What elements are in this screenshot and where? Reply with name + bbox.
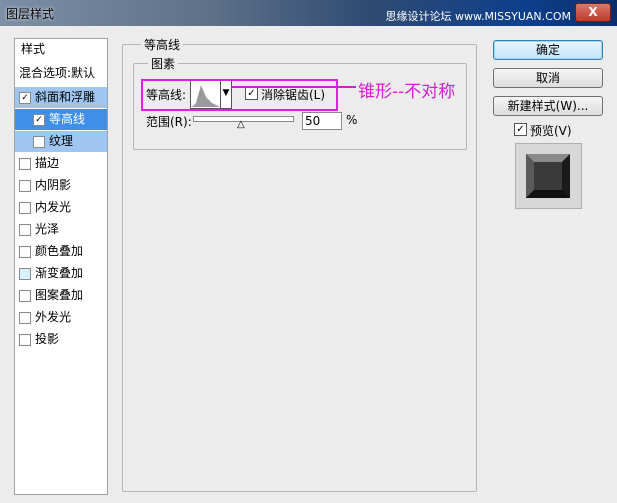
sidebar-item-label: 内发光 xyxy=(35,200,72,214)
range-input[interactable]: 50 xyxy=(302,112,342,130)
style-preview xyxy=(515,143,582,209)
annotation-arrow xyxy=(232,86,356,88)
sidebar-item-contour[interactable]: ✓ 等高线 xyxy=(15,109,107,130)
layer-style-dialog: 样式 混合选项:默认 ✓ 斜面和浮雕 ✓ 等高线 纹理 描边 内阴影 内发光 光泽 … xyxy=(0,26,617,503)
range-label: 范围(R): xyxy=(146,115,192,129)
sidebar-item-satin[interactable]: 光泽 xyxy=(15,219,107,240)
close-button[interactable]: X xyxy=(575,3,611,22)
checkbox[interactable] xyxy=(19,268,31,280)
range-unit: % xyxy=(346,113,358,127)
range-slider-thumb[interactable]: △ xyxy=(237,119,245,130)
sidebar-item-label: 颜色叠加 xyxy=(35,244,84,258)
sidebar-item-bevel-emboss[interactable]: ✓ 斜面和浮雕 xyxy=(15,87,107,108)
checkbox[interactable] xyxy=(19,246,31,258)
sidebar-item-texture[interactable]: 纹理 xyxy=(15,131,107,152)
checkbox[interactable] xyxy=(19,224,31,236)
elements-subgroup-title: 图素 xyxy=(148,55,179,72)
sidebar-item-label: 光泽 xyxy=(35,222,60,236)
annotation-text: 锥形--不对称 xyxy=(358,82,456,102)
watermark-text: 思缘设计论坛 www.MISSYUAN.COM xyxy=(385,10,571,23)
style-sidebar: 样式 混合选项:默认 ✓ 斜面和浮雕 ✓ 等高线 纹理 描边 内阴影 内发光 光泽 … xyxy=(14,38,108,495)
preview-label: 预览(V) xyxy=(530,124,572,138)
window-title: 图层样式 xyxy=(6,7,55,21)
sidebar-item-label: 外发光 xyxy=(35,310,72,324)
checkbox-checked[interactable]: ✓ xyxy=(33,114,45,126)
sidebar-item-pattern-overlay[interactable]: 图案叠加 xyxy=(15,285,107,306)
sidebar-item-drop-shadow[interactable]: 投影 xyxy=(15,329,107,350)
sidebar-item-label: 图案叠加 xyxy=(35,288,84,302)
contour-group-title: 等高线 xyxy=(141,36,184,53)
sidebar-item-label: 混合选项:默认 xyxy=(19,66,96,80)
sidebar-item-label: 投影 xyxy=(35,332,60,346)
sidebar-item-label: 纹理 xyxy=(49,134,74,148)
new-style-button[interactable]: 新建样式(W)... xyxy=(493,96,603,116)
checkbox[interactable] xyxy=(19,334,31,346)
sidebar-item-label: 描边 xyxy=(35,156,60,170)
sidebar-item-styles[interactable]: 样式 xyxy=(15,39,107,60)
sidebar-item-label: 等高线 xyxy=(49,112,86,126)
annotation-highlight-box xyxy=(141,79,338,111)
bevel-preview-icon xyxy=(526,154,570,198)
ok-button[interactable]: 确定 xyxy=(493,40,603,60)
sidebar-item-stroke[interactable]: 描边 xyxy=(15,153,107,174)
cancel-button[interactable]: 取消 xyxy=(493,68,603,88)
sidebar-item-color-overlay[interactable]: 颜色叠加 xyxy=(15,241,107,262)
sidebar-item-blending-options[interactable]: 混合选项:默认 xyxy=(15,63,107,84)
title-bar: 图层样式 思缘设计论坛 www.MISSYUAN.COM X xyxy=(0,0,617,26)
checkbox[interactable] xyxy=(19,290,31,302)
sidebar-item-inner-glow[interactable]: 内发光 xyxy=(15,197,107,218)
checkbox[interactable] xyxy=(19,158,31,170)
sidebar-item-label: 渐变叠加 xyxy=(35,266,84,280)
checkbox[interactable] xyxy=(33,136,45,148)
sidebar-item-label: 斜面和浮雕 xyxy=(35,90,96,104)
sidebar-item-outer-glow[interactable]: 外发光 xyxy=(15,307,107,328)
sidebar-item-label: 内阴影 xyxy=(35,178,72,192)
checkbox[interactable] xyxy=(19,312,31,324)
checkbox[interactable] xyxy=(19,180,31,192)
sidebar-item-inner-shadow[interactable]: 内阴影 xyxy=(15,175,107,196)
contour-group: 等高线 图素 xyxy=(122,36,477,492)
sidebar-item-gradient-overlay[interactable]: 渐变叠加 xyxy=(15,263,107,284)
checkbox-checked[interactable]: ✓ xyxy=(19,92,31,104)
sidebar-item-label: 样式 xyxy=(21,42,46,56)
preview-checkbox[interactable]: ✓ xyxy=(514,123,527,136)
checkbox[interactable] xyxy=(19,202,31,214)
